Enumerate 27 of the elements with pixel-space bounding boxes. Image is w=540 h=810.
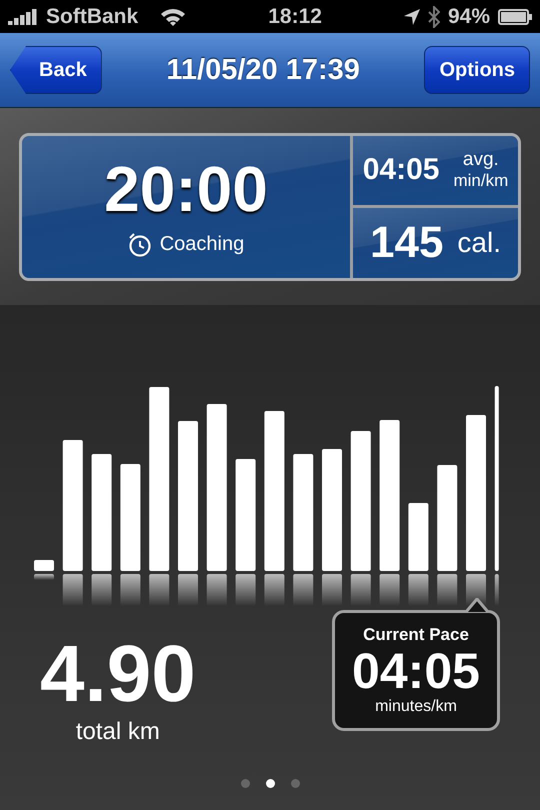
battery-icon xyxy=(498,8,532,24)
options-button[interactable]: Options xyxy=(424,46,530,94)
mode-label: Coaching xyxy=(160,233,244,256)
alarm-clock-icon xyxy=(128,232,152,256)
battery-percent: 94% xyxy=(448,4,490,28)
calories-value: 145 xyxy=(370,218,444,268)
clock-time: 18:12 xyxy=(268,4,322,28)
page-dot[interactable] xyxy=(240,779,250,788)
distance-unit: total km xyxy=(76,718,160,746)
wifi-icon xyxy=(160,8,186,26)
signal-icon xyxy=(8,8,38,24)
avg-label: avg. xyxy=(462,149,499,172)
page-dot[interactable] xyxy=(266,779,274,788)
duration-value: 20:00 xyxy=(104,156,268,220)
calories-unit: cal. xyxy=(457,226,501,259)
bluetooth-icon xyxy=(428,6,440,28)
distance-value: 4.90 xyxy=(40,634,196,714)
pace-unit: min/km xyxy=(453,171,508,192)
location-arrow-icon xyxy=(404,8,420,24)
carrier-name: SoftBank xyxy=(46,4,138,28)
page-dot[interactable] xyxy=(290,779,300,788)
current-pace-label: Current Pace xyxy=(363,625,469,646)
avg-pace-value: 04:05 xyxy=(362,153,440,188)
current-pace-value: 04:05 xyxy=(352,645,480,698)
back-button[interactable]: Back xyxy=(10,46,102,94)
screen-title: 11/05/20 17:39 xyxy=(165,54,361,86)
current-pace-unit: minutes/km xyxy=(375,698,457,716)
